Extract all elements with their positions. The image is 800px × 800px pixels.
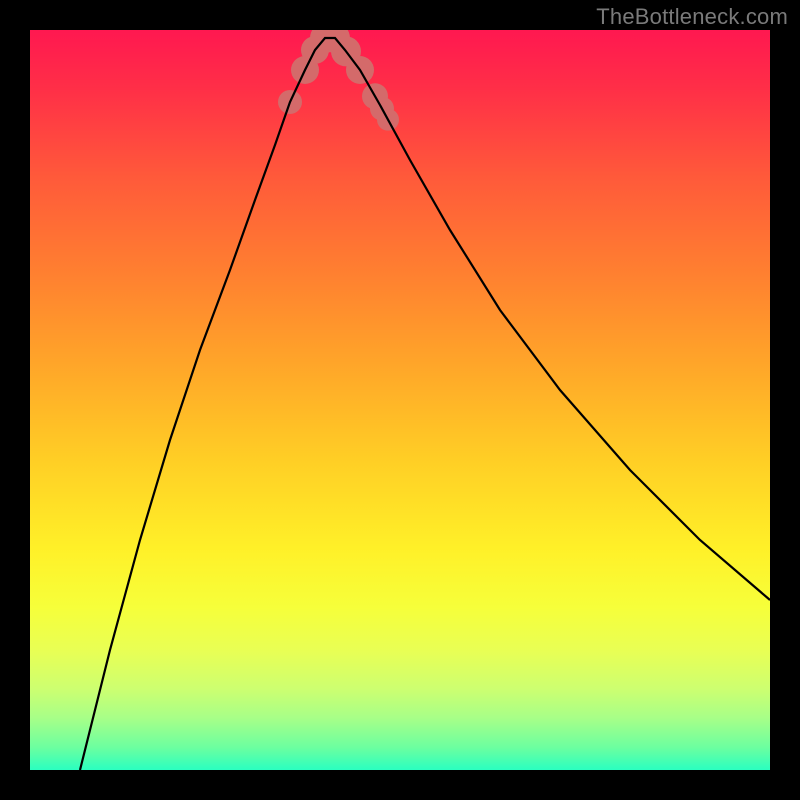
highlight-dots-group	[278, 30, 399, 131]
bottleneck-curve	[80, 38, 770, 770]
chart-svg	[30, 30, 770, 770]
plot-area	[30, 30, 770, 770]
watermark-text: TheBottleneck.com	[596, 4, 788, 30]
outer-frame: TheBottleneck.com	[0, 0, 800, 800]
